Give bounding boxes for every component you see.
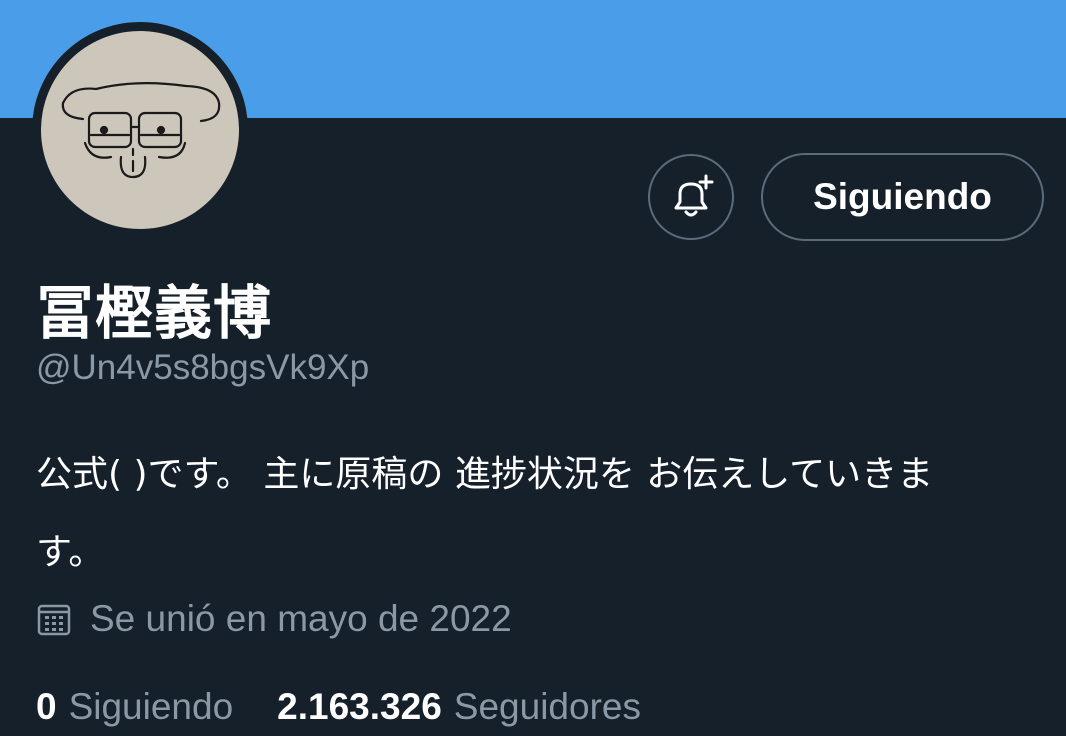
following-button[interactable]: Siguiendo [761, 153, 1044, 241]
profile-bio-line: す。 [36, 532, 105, 573]
followers-count: 2.163.326 [277, 686, 442, 727]
following-button-label: Siguiendo [813, 176, 992, 217]
followers-label: Seguidores [453, 686, 641, 727]
bell-plus-icon [674, 174, 714, 217]
avatar[interactable] [32, 22, 248, 238]
followers-count-link[interactable]: 2.163.326 Seguidores [277, 686, 641, 728]
join-date-text: Se unió en mayo de 2022 [90, 598, 512, 639]
profile-stats: 0 Siguiendo 2.163.326 Seguidores [36, 684, 685, 730]
calendar-icon [37, 604, 71, 636]
profile-handle: @Un4v5s8bgsVk9Xp [36, 348, 370, 387]
following-count: 0 [36, 686, 57, 727]
following-count-link[interactable]: 0 Siguiendo [36, 686, 233, 728]
join-date: Se unió en mayo de 2022 [36, 596, 512, 642]
notifications-button[interactable] [648, 154, 734, 240]
profile-bio: 公式( )です。 主に原稿の 進捗状況を お伝えしていきま す。 [36, 436, 1036, 592]
profile-bio-line: 公式( )です。 主に原稿の 進捗状況を お伝えしていきま [36, 454, 934, 495]
profile-display-name: 冨樫義博 [36, 279, 273, 347]
avatar-drawing [61, 82, 221, 179]
avatar-image[interactable] [41, 31, 239, 229]
following-label: Siguiendo [68, 686, 234, 727]
